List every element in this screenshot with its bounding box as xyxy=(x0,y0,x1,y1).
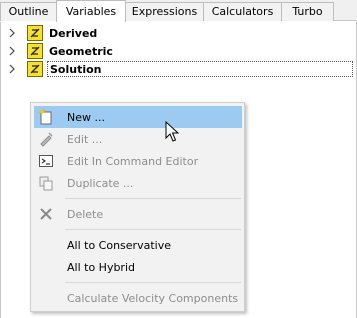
new-icon xyxy=(36,107,56,127)
chevron-right-icon[interactable] xyxy=(5,42,19,60)
menu-item-label: Delete xyxy=(67,207,104,221)
variable-group-icon xyxy=(27,43,43,59)
menu-item-all-to-hybrid[interactable]: All to Hybrid xyxy=(34,256,242,278)
menu-item-calculate-velocity-components[interactable]: Calculate Velocity Components xyxy=(34,287,242,309)
tree-item-geometric[interactable]: Geometric xyxy=(5,42,353,60)
menu-item-label: Edit ... xyxy=(67,132,103,146)
mouse-cursor-icon xyxy=(165,121,179,142)
tab-label: Variables xyxy=(65,5,117,18)
tab-variables[interactable]: Variables xyxy=(56,0,126,22)
variable-group-icon xyxy=(27,61,43,77)
tab-turbo[interactable]: Turbo xyxy=(281,2,334,21)
tab-outline[interactable]: Outline xyxy=(0,2,57,21)
chevron-right-icon[interactable] xyxy=(5,60,19,78)
tree-item-label: Solution xyxy=(50,62,102,76)
tree-item-solution[interactable]: Solution xyxy=(5,60,353,78)
tab-label: Calculators xyxy=(211,5,274,18)
tree-item-label: Geometric xyxy=(49,44,113,58)
menu-item-edit-in-command-editor[interactable]: Edit In Command Editor xyxy=(34,150,242,172)
context-menu: New ... Edit ... Edit In Command Editor … xyxy=(30,102,245,312)
tab-bar: Outline Variables Expressions Calculator… xyxy=(0,0,357,22)
menu-item-edit[interactable]: Edit ... xyxy=(34,128,242,150)
tab-label: Outline xyxy=(8,5,49,18)
tree-item-derived[interactable]: Derived xyxy=(5,24,353,42)
delete-icon xyxy=(36,204,56,224)
tab-label: Expressions xyxy=(131,5,198,18)
menu-separator xyxy=(65,229,241,230)
edit-icon xyxy=(36,129,56,149)
menu-item-label: All to Conservative xyxy=(67,238,171,252)
menu-item-new[interactable]: New ... xyxy=(34,106,242,128)
tab-calculators[interactable]: Calculators xyxy=(203,2,282,21)
variable-group-icon xyxy=(27,25,43,41)
menu-item-delete[interactable]: Delete xyxy=(34,203,242,225)
menu-separator xyxy=(65,282,241,283)
menu-item-label: Calculate Velocity Components xyxy=(67,291,239,305)
menu-item-all-to-conservative[interactable]: All to Conservative xyxy=(34,234,242,256)
menu-item-label: New ... xyxy=(67,110,105,124)
menu-item-label: Edit In Command Editor xyxy=(67,154,199,168)
tab-expressions[interactable]: Expressions xyxy=(125,2,204,21)
menu-separator xyxy=(65,198,241,199)
tree-item-label: Derived xyxy=(49,26,98,40)
menu-item-label: Duplicate ... xyxy=(67,176,134,190)
menu-item-label: All to Hybrid xyxy=(67,260,135,274)
duplicate-icon xyxy=(36,173,56,193)
command-editor-icon xyxy=(36,151,56,171)
chevron-right-icon[interactable] xyxy=(5,24,19,42)
tab-label: Turbo xyxy=(292,5,323,18)
menu-item-duplicate[interactable]: Duplicate ... xyxy=(34,172,242,194)
